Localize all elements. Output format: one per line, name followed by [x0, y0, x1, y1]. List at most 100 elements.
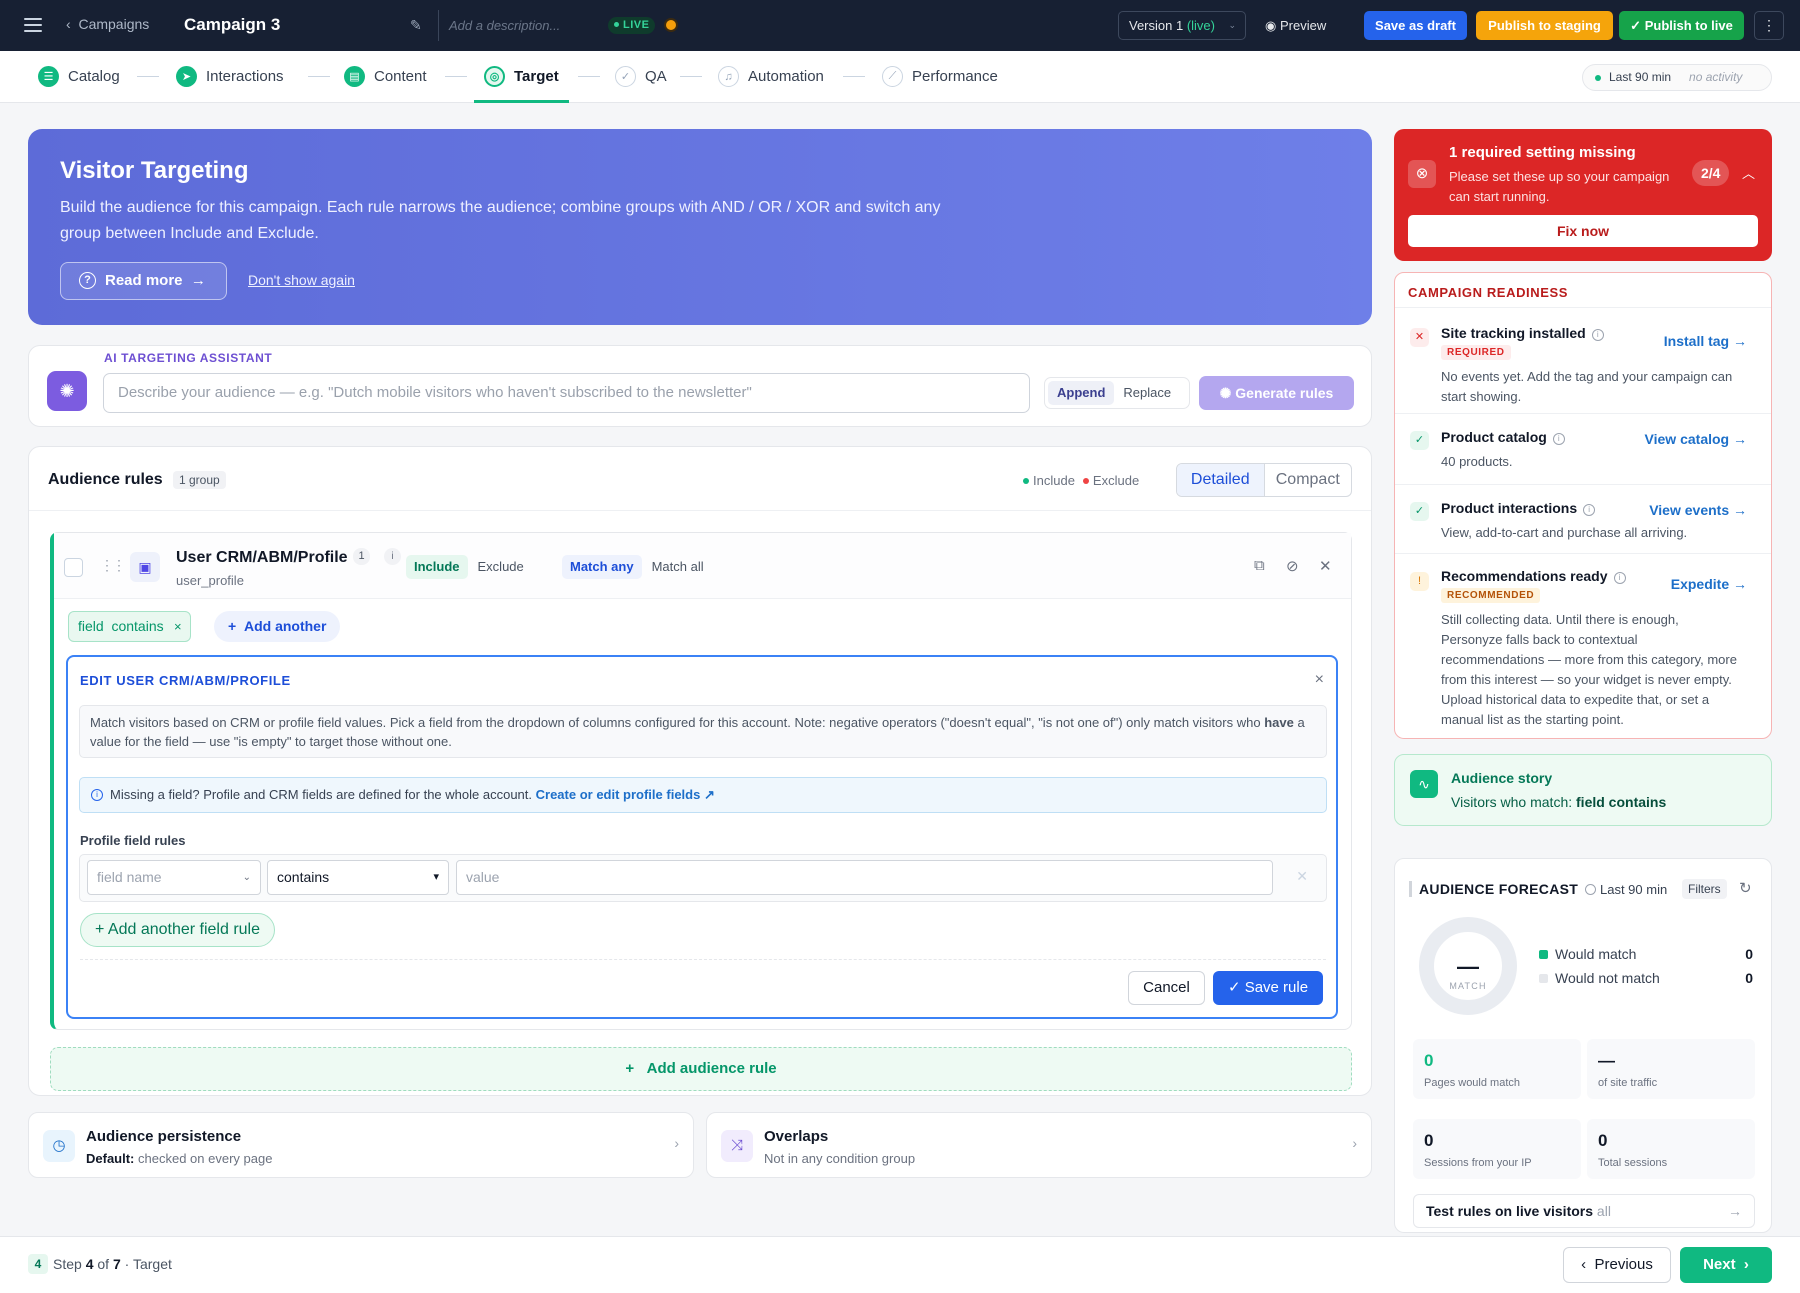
add-audience-rule-button[interactable]: + Add audience rule: [50, 1047, 1352, 1091]
value-input[interactable]: value: [456, 860, 1273, 895]
close-icon[interactable]: ×: [1315, 671, 1324, 689]
overlaps-card[interactable]: ⤨ Overlaps Not in any condition group ›: [706, 1112, 1372, 1178]
filters-button[interactable]: Filters: [1682, 879, 1727, 899]
read-more-button[interactable]: ? Read more →: [60, 262, 227, 300]
view-catalog-link[interactable]: View catalog →: [1645, 431, 1747, 447]
view-events-link[interactable]: View events →: [1649, 502, 1747, 518]
stat-value: 0: [1424, 1131, 1434, 1150]
editor-desc-part: Match visitors based on CRM or profile f…: [90, 715, 1265, 730]
legend-include: Include: [1033, 473, 1075, 488]
info-icon[interactable]: i: [1591, 329, 1604, 341]
test-rules-button[interactable]: Test rules on live visitors all →: [1413, 1194, 1755, 1228]
fix-now-button[interactable]: Fix now: [1408, 215, 1758, 247]
item-title: Recommendations ready: [1441, 568, 1608, 584]
readiness-item-title: Site tracking installed i: [1441, 325, 1604, 341]
install-tag-link[interactable]: Install tag →: [1664, 333, 1747, 349]
ai-targeting-assistant: AI TARGETING ASSISTANT ✺ Describe your a…: [28, 345, 1372, 427]
exclude-option[interactable]: Exclude: [470, 555, 532, 579]
rule-group: ⋮⋮ ▣ User CRM/ABM/Profile 1 i user_profi…: [50, 532, 1352, 1030]
append-option[interactable]: Append: [1048, 381, 1115, 405]
generate-rules-button[interactable]: ✺ Generate rules: [1199, 376, 1354, 410]
check-icon: ✓: [1227, 979, 1241, 996]
menu-icon[interactable]: [24, 18, 42, 32]
include-dot: [1023, 478, 1029, 484]
remove-chip-icon[interactable]: ×: [174, 612, 182, 641]
include-option[interactable]: Include: [406, 555, 468, 579]
step-label: Automation: [748, 68, 824, 85]
expedite-link[interactable]: Expedite →: [1671, 576, 1747, 592]
recommended-badge: RECOMMENDED: [1441, 588, 1541, 603]
readiness-item-title: Product interactions i: [1441, 500, 1596, 516]
match-any-option[interactable]: Match any: [562, 555, 642, 579]
cancel-button[interactable]: Cancel: [1128, 971, 1205, 1005]
info-icon[interactable]: i: [1583, 504, 1596, 516]
step-automation[interactable]: ♫ Automation: [718, 51, 824, 102]
step-divider: [680, 76, 702, 77]
refresh-icon[interactable]: ↻: [1739, 879, 1752, 897]
replace-option[interactable]: Replace: [1114, 381, 1180, 405]
audience-story: ∿ Audience story Visitors who match: fie…: [1394, 754, 1772, 826]
campaign-title[interactable]: Campaign 3: [184, 15, 280, 35]
view-mode-toggle: Detailed Compact: [1176, 463, 1352, 497]
previous-button[interactable]: ‹ Previous: [1563, 1247, 1671, 1283]
operator-select[interactable]: contains ▾: [267, 860, 449, 895]
step-divider: [445, 76, 467, 77]
version-status: (live): [1186, 18, 1215, 33]
view-compact[interactable]: Compact: [1265, 464, 1352, 496]
audience-persistence-card[interactable]: ◷ Audience persistence Default: checked …: [28, 1112, 694, 1178]
save-rule-button[interactable]: ✓ Save rule: [1213, 971, 1323, 1005]
legend-label: Would not match: [1555, 970, 1660, 986]
step-interactions[interactable]: ➤ Interactions: [176, 51, 284, 102]
step-qa[interactable]: ✓ QA: [615, 51, 667, 102]
group-select-checkbox[interactable]: [64, 558, 83, 577]
create-profile-fields-link[interactable]: Create or edit profile fields ↗: [536, 787, 715, 802]
more-options-icon[interactable]: ⋮: [1754, 11, 1784, 40]
sparkle-icon: ✺: [47, 371, 87, 411]
rule-chip[interactable]: field contains ×: [68, 611, 191, 642]
disable-icon[interactable]: ⊘: [1286, 557, 1299, 575]
info-icon[interactable]: i: [384, 548, 401, 565]
version-select[interactable]: Version 1 (live) ⌄: [1118, 11, 1246, 40]
close-icon[interactable]: ✕: [1319, 557, 1332, 575]
stat-label: Sessions from your IP: [1424, 1157, 1532, 1169]
field-name-select[interactable]: field name ⌄: [87, 860, 261, 895]
forecast-range-label: Last 90 min: [1600, 882, 1668, 897]
visitor-targeting-hero: Visitor Targeting Build the audience for…: [28, 129, 1372, 325]
duplicate-icon[interactable]: ⧉: [1254, 557, 1265, 574]
dont-show-again-link[interactable]: Don't show again: [248, 272, 355, 288]
drag-handle-icon[interactable]: ⋮⋮: [100, 557, 126, 574]
back-to-campaigns-link[interactable]: ‹ Campaigns: [66, 16, 149, 32]
external-link-icon: ↗: [703, 787, 715, 802]
activity-range-pill[interactable]: Last 90 min no activity: [1582, 64, 1772, 91]
hero-title: Visitor Targeting: [60, 157, 249, 184]
step-content[interactable]: ▤ Content: [344, 51, 427, 102]
stat-label: of site traffic: [1598, 1077, 1658, 1089]
publish-staging-button[interactable]: Publish to staging: [1476, 11, 1613, 40]
view-detailed[interactable]: Detailed: [1177, 464, 1265, 496]
info-icon[interactable]: i: [1613, 572, 1626, 584]
description-input[interactable]: Add a description...: [438, 10, 598, 41]
save-draft-button[interactable]: Save as draft: [1364, 11, 1467, 40]
step-target[interactable]: ◎ Target: [474, 51, 569, 103]
match-all-option[interactable]: Match all: [644, 555, 712, 579]
next-button[interactable]: Next ›: [1680, 1247, 1772, 1283]
step-progress-text: Step 4 of 7 · Target: [53, 1256, 172, 1272]
step-catalog[interactable]: ☰ Catalog: [38, 51, 120, 102]
persistence-default-label: Default:: [86, 1151, 135, 1166]
audience-forecast: AUDIENCE FORECAST Last 90 min Filters ↻ …: [1394, 858, 1772, 1233]
step-performance[interactable]: ⟋ Performance: [882, 51, 998, 102]
preview-button[interactable]: ◉ Preview: [1265, 18, 1326, 34]
item-title: Product catalog: [1441, 429, 1547, 445]
info-icon[interactable]: i: [1552, 433, 1565, 445]
readiness-title: CAMPAIGN READINESS: [1408, 285, 1569, 300]
remove-row-icon[interactable]: ✕: [1296, 868, 1308, 885]
pencil-icon[interactable]: ✎: [410, 17, 422, 34]
group-subtitle: user_profile: [176, 573, 244, 588]
ai-audience-input[interactable]: Describe your audience — e.g. "Dutch mob…: [103, 373, 1030, 413]
add-another-button[interactable]: + Add another: [214, 611, 341, 642]
audience-rules-header: Audience rules 1 group Include Exclude De…: [29, 447, 1371, 511]
publish-live-button[interactable]: ✓ Publish to live: [1619, 11, 1744, 40]
story-title: Audience story: [1451, 770, 1553, 786]
add-field-rule-button[interactable]: + Add another field rule: [80, 913, 276, 947]
chevron-up-icon[interactable]: ︿: [1742, 163, 1755, 182]
